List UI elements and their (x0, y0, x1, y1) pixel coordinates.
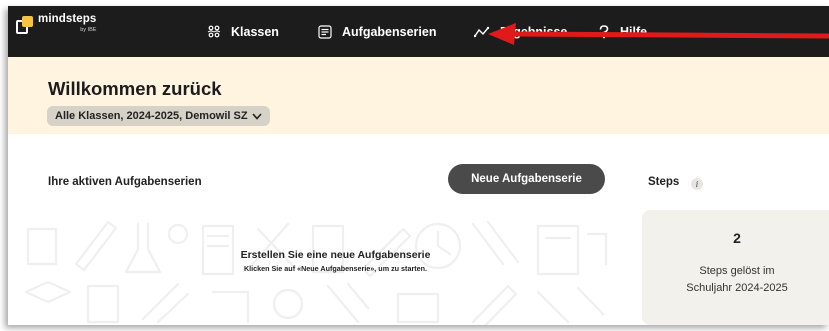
empty-state-hint: Klicken Sie auf «Neue Aufgabenserie», um… (243, 264, 428, 273)
app-window: mindsteps by IBE Klassen Aufgabenserien … (8, 6, 829, 325)
steps-heading: Steps (648, 176, 680, 188)
steps-label-line-1: Steps gelöst im (699, 265, 775, 277)
people-grid-icon (207, 25, 221, 39)
info-icon[interactable]: i (691, 178, 703, 190)
logo-name: mindsteps (38, 13, 97, 25)
nav-klassen[interactable]: Klassen (207, 6, 279, 57)
top-navigation-bar: mindsteps by IBE Klassen Aufgabenserien … (8, 6, 829, 57)
annotation-arrow-icon (488, 23, 829, 45)
empty-state-title: Erstellen Sie eine neue Aufgabenserie (240, 249, 431, 261)
mindsteps-logo[interactable]: mindsteps by IBE (16, 13, 97, 40)
nav-klassen-label: Klassen (231, 24, 279, 39)
class-filter-value: Alle Klassen, 2024-2025, Demowil SZ (55, 110, 248, 122)
steps-label-line-2: Schuljahr 2024-2025 (686, 282, 788, 294)
steps-count: 2 (733, 230, 741, 246)
new-series-button[interactable]: Neue Aufgabenserie (448, 164, 605, 194)
active-series-heading: Ihre aktiven Aufgabenserien (48, 176, 202, 188)
welcome-banner: Willkommen zurück Alle Klassen, 2024-202… (8, 57, 829, 134)
logo-mark-icon (16, 16, 34, 36)
steps-label: Steps gelöst im Schuljahr 2024-2025 (642, 263, 829, 297)
nav-aufgabenserien[interactable]: Aufgabenserien (318, 6, 436, 57)
welcome-title: Willkommen zurück (48, 78, 222, 99)
logo-sub: by IBE (80, 26, 97, 33)
chevron-down-icon (251, 112, 262, 120)
nav-aufgabenserien-label: Aufgabenserien (342, 24, 437, 39)
list-form-icon (318, 24, 332, 39)
steps-summary-card: 2 Steps gelöst im Schuljahr 2024-2025 (642, 210, 829, 325)
class-filter-dropdown[interactable]: Alle Klassen, 2024-2025, Demowil SZ (47, 106, 270, 126)
